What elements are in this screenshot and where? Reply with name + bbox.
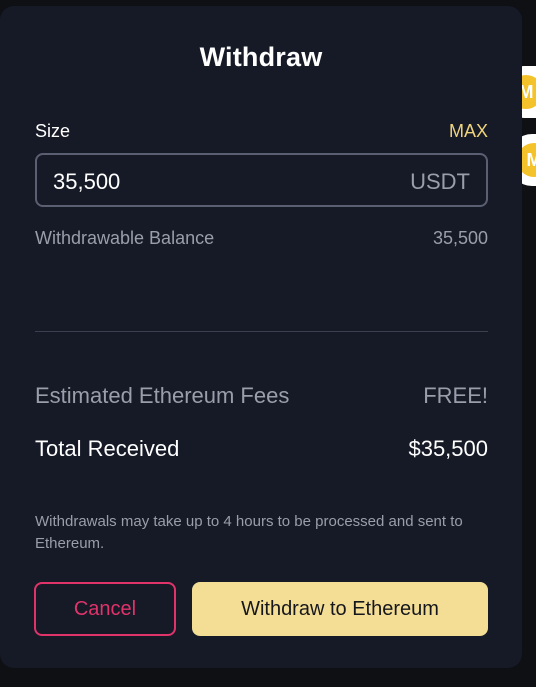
estimated-fees-value: FREE!: [423, 383, 488, 408]
cancel-button[interactable]: Cancel: [34, 582, 176, 636]
size-input[interactable]: 35,500 USDT: [35, 153, 488, 207]
size-input-value[interactable]: 35,500: [53, 169, 120, 195]
max-button[interactable]: MAX: [449, 121, 488, 142]
page-backdrop: M M Withdraw Size MAX 35,500 USDT Withdr…: [0, 0, 536, 687]
divider: [35, 331, 488, 332]
withdrawable-balance-label: Withdrawable Balance: [35, 228, 215, 248]
estimated-fees-label: Estimated Ethereum Fees: [35, 383, 290, 408]
total-received-value: $35,500: [408, 436, 488, 461]
processing-notice: Withdrawals may take up to 4 hours to be…: [35, 513, 463, 552]
size-unit-label: USDT: [410, 169, 470, 194]
withdraw-to-ethereum-button[interactable]: Withdraw to Ethereum: [192, 582, 488, 636]
size-label: Size: [35, 121, 71, 141]
withdrawable-balance-value: 35,500: [432, 228, 488, 248]
modal-title: Withdraw: [199, 42, 323, 72]
total-received-label: Total Received: [35, 436, 180, 461]
withdraw-modal: Withdraw Size MAX 35,500 USDT Withdrawab…: [0, 6, 522, 668]
